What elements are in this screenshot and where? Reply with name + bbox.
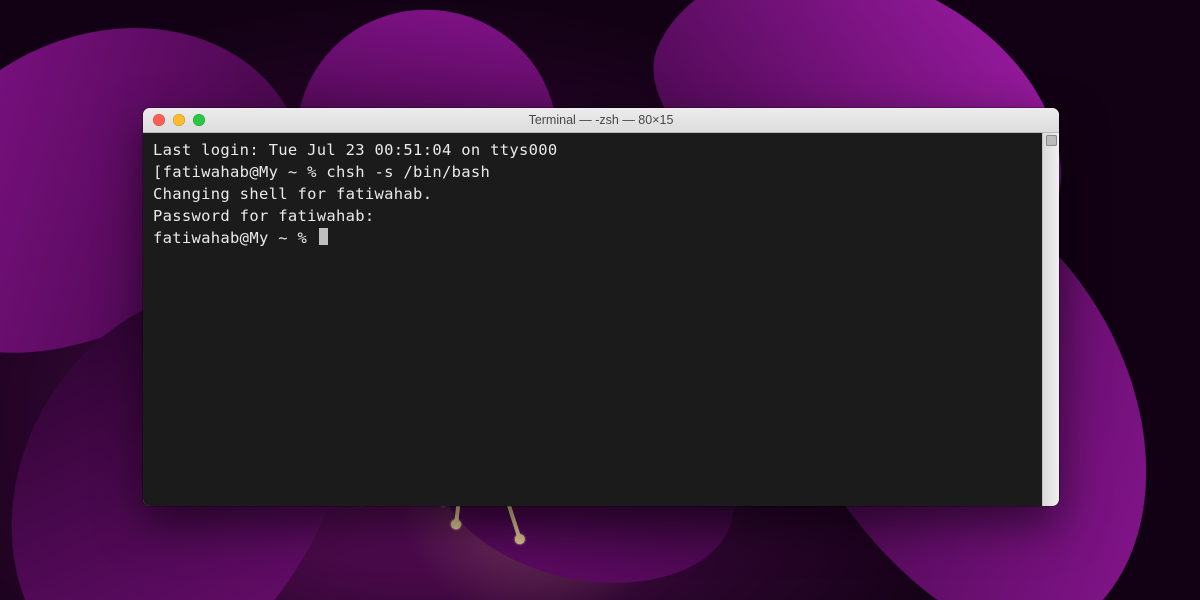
- terminal-line: Changing shell for fatiwahab.: [153, 183, 1049, 205]
- minimize-button[interactable]: [173, 114, 185, 126]
- terminal-prompt-line: fatiwahab@My ~ %: [153, 227, 1049, 249]
- terminal-prompt-text: fatiwahab@My ~ %: [153, 229, 317, 247]
- terminal-line: Password for fatiwahab:: [153, 205, 1049, 227]
- close-button[interactable]: [153, 114, 165, 126]
- zoom-button[interactable]: [193, 114, 205, 126]
- terminal-scrollbar[interactable]: [1042, 133, 1059, 506]
- scrollbar-marker-icon: [1046, 135, 1057, 146]
- desktop-wallpaper: Terminal — -zsh — 80×15 Last login: Tue …: [0, 0, 1200, 600]
- terminal-line: [fatiwahab@My ~ % chsh -s /bin/bash: [153, 161, 1049, 183]
- terminal-line: Last login: Tue Jul 23 00:51:04 on ttys0…: [153, 139, 1049, 161]
- window-titlebar[interactable]: Terminal — -zsh — 80×15: [143, 108, 1059, 133]
- window-title: Terminal — -zsh — 80×15: [143, 113, 1059, 127]
- terminal-window[interactable]: Terminal — -zsh — 80×15 Last login: Tue …: [143, 108, 1059, 506]
- terminal-cursor: [319, 228, 328, 245]
- terminal-body[interactable]: Last login: Tue Jul 23 00:51:04 on ttys0…: [143, 133, 1059, 506]
- window-traffic-lights: [143, 114, 205, 126]
